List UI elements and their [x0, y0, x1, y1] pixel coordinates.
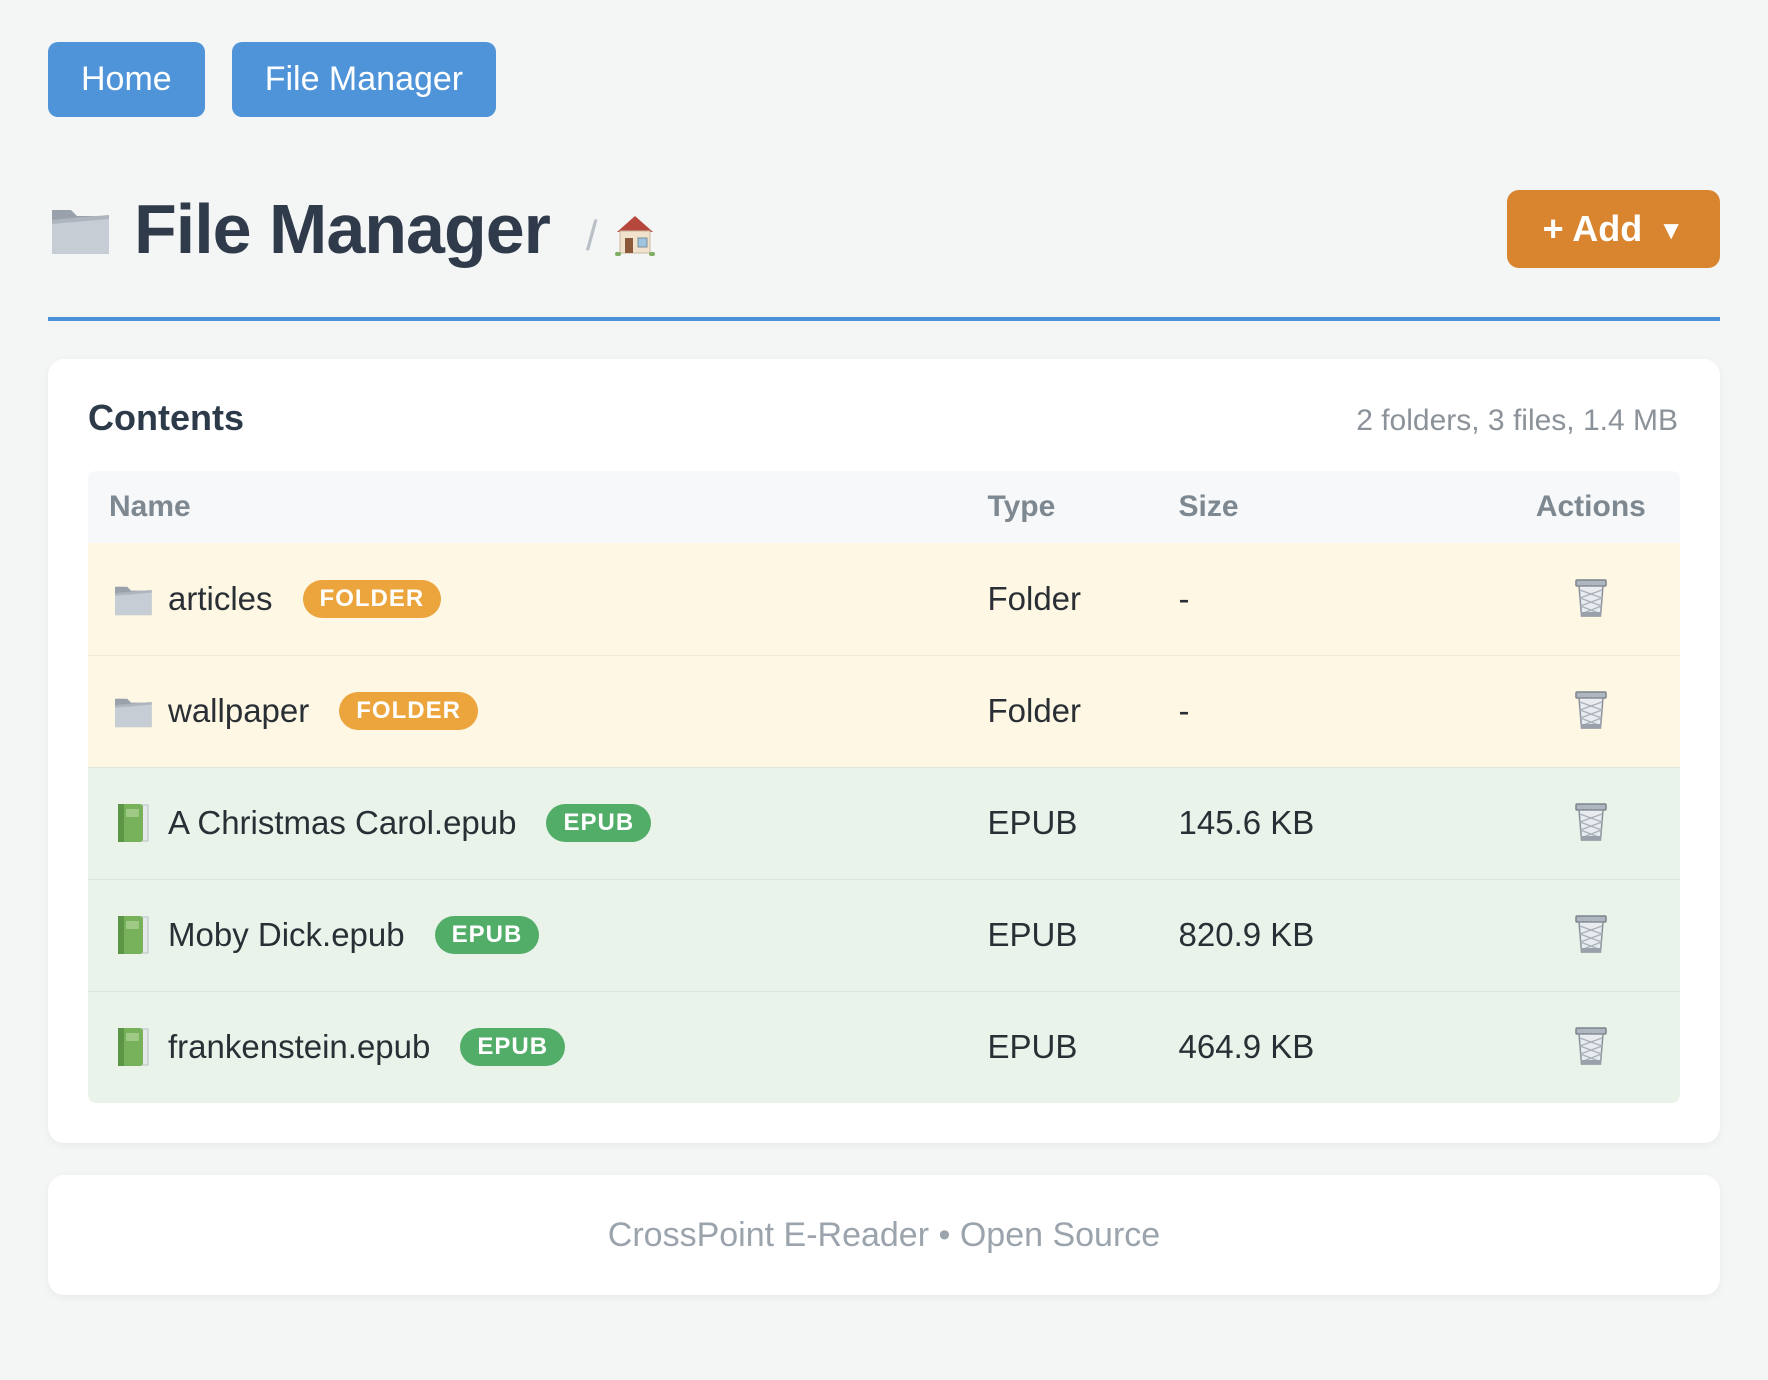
name-cell: wallpaper FOLDER	[88, 655, 987, 767]
delete-button[interactable]	[1568, 684, 1614, 734]
type-cell: EPUB	[987, 767, 1178, 879]
column-header-type: Type	[987, 471, 1178, 543]
column-header-size: Size	[1179, 471, 1502, 543]
actions-cell	[1502, 655, 1680, 767]
caret-down-icon: ▼	[1658, 215, 1684, 246]
contents-card-header: Contents 2 folders, 3 files, 1.4 MB	[88, 397, 1680, 445]
page-title: File Manager	[134, 189, 550, 269]
add-button-label: + Add	[1543, 208, 1643, 250]
type-cell: Folder	[987, 543, 1178, 655]
size-cell: 145.6 KB	[1179, 767, 1502, 879]
actions-cell	[1502, 879, 1680, 991]
file-type-badge: FOLDER	[303, 580, 442, 618]
delete-button[interactable]	[1568, 908, 1614, 958]
table-header-row: Name Type Size Actions	[88, 471, 1680, 543]
trash-icon	[1572, 576, 1610, 618]
file-type-badge: EPUB	[546, 804, 651, 842]
size-cell: -	[1179, 655, 1502, 767]
name-cell: A Christmas Carol.epub EPUB	[88, 767, 987, 879]
file-name[interactable]: A Christmas Carol.epub	[168, 804, 516, 842]
type-cell: Folder	[987, 655, 1178, 767]
table-row: A Christmas Carol.epub EPUB EPUB 145.6 K…	[88, 767, 1680, 879]
table-body: articles FOLDER Folder -	[88, 543, 1680, 1103]
page: Home File Manager File Manager /	[0, 0, 1768, 1295]
size-cell: 464.9 KB	[1179, 991, 1502, 1103]
trash-icon	[1572, 800, 1610, 842]
folder-icon	[112, 581, 154, 617]
footer-card: CrossPoint E-Reader • Open Source	[48, 1175, 1720, 1295]
file-name[interactable]: articles	[168, 580, 273, 618]
trash-icon	[1572, 1024, 1610, 1066]
breadcrumb: /	[586, 211, 658, 262]
size-cell: 820.9 KB	[1179, 879, 1502, 991]
footer-text: CrossPoint E-Reader • Open Source	[608, 1216, 1160, 1255]
actions-cell	[1502, 991, 1680, 1103]
file-name[interactable]: wallpaper	[168, 692, 309, 730]
book-icon	[115, 802, 151, 844]
contents-summary: 2 folders, 3 files, 1.4 MB	[1356, 404, 1678, 438]
trash-icon	[1572, 688, 1610, 730]
nav-button-home[interactable]: Home	[48, 42, 205, 117]
column-header-actions: Actions	[1502, 471, 1680, 543]
column-header-name: Name	[88, 471, 987, 543]
actions-cell	[1502, 767, 1680, 879]
name-cell: frankenstein.epub EPUB	[88, 991, 987, 1103]
size-cell: -	[1179, 543, 1502, 655]
title-block: File Manager /	[48, 189, 658, 269]
file-type-badge: FOLDER	[339, 692, 478, 730]
trash-icon	[1572, 912, 1610, 954]
file-name[interactable]: frankenstein.epub	[168, 1028, 430, 1066]
actions-cell	[1502, 543, 1680, 655]
name-cell: articles FOLDER	[88, 543, 987, 655]
files-table: Name Type Size Actions	[88, 471, 1680, 1103]
contents-card: Contents 2 folders, 3 files, 1.4 MB Name…	[48, 359, 1720, 1143]
delete-button[interactable]	[1568, 572, 1614, 622]
book-icon	[115, 1026, 151, 1068]
type-cell: EPUB	[987, 991, 1178, 1103]
contents-heading: Contents	[88, 397, 244, 439]
file-name[interactable]: Moby Dick.epub	[168, 916, 405, 954]
table-row: frankenstein.epub EPUB EPUB 464.9 KB	[88, 991, 1680, 1103]
file-type-badge: EPUB	[460, 1028, 565, 1066]
add-button[interactable]: + Add ▼	[1507, 190, 1720, 268]
name-cell: Moby Dick.epub EPUB	[88, 879, 987, 991]
folder-icon	[112, 693, 154, 729]
type-cell: EPUB	[987, 879, 1178, 991]
table-row: Moby Dick.epub EPUB EPUB 820.9 KB	[88, 879, 1680, 991]
house-icon[interactable]	[612, 211, 658, 262]
header-divider	[48, 317, 1720, 321]
breadcrumb-separator: /	[586, 212, 598, 260]
delete-button[interactable]	[1568, 1020, 1614, 1070]
folder-icon	[48, 201, 112, 257]
table-row: articles FOLDER Folder -	[88, 543, 1680, 655]
file-type-badge: EPUB	[435, 916, 540, 954]
table-row: wallpaper FOLDER Folder -	[88, 655, 1680, 767]
page-header: File Manager / + Add ▼	[48, 189, 1720, 269]
top-nav: Home File Manager	[48, 42, 1720, 117]
book-icon	[115, 914, 151, 956]
delete-button[interactable]	[1568, 796, 1614, 846]
nav-button-file-manager[interactable]: File Manager	[232, 42, 496, 117]
